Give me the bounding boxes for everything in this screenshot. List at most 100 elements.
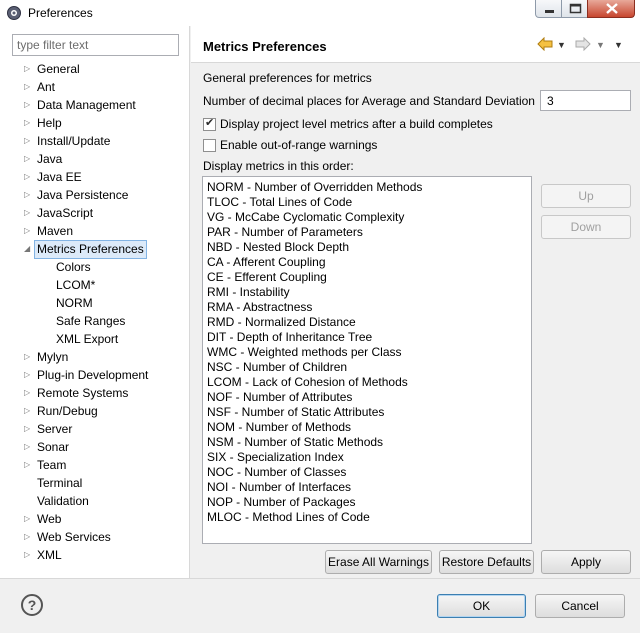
out-of-range-warnings-checkbox[interactable] [203, 139, 216, 152]
tree-item[interactable]: ▷ General [0, 60, 190, 78]
list-item[interactable]: NBD - Nested Block Depth [207, 240, 531, 255]
list-item[interactable]: CA - Afferent Coupling [207, 255, 531, 270]
tree-expand-arrow-icon[interactable]: ▷ [24, 114, 34, 132]
ok-button[interactable]: OK [437, 594, 526, 618]
list-item[interactable]: MLOC - Method Lines of Code [207, 510, 531, 525]
tree-item[interactable]: ▷ Team [0, 456, 190, 474]
maximize-button[interactable] [561, 0, 588, 18]
tree-expand-arrow-icon[interactable]: ▷ [24, 150, 34, 168]
tree-item[interactable]: ▷ Java [0, 150, 190, 168]
tree-item[interactable]: ▷ Ant [0, 78, 190, 96]
list-item[interactable]: NORM - Number of Overridden Methods [207, 180, 531, 195]
list-item[interactable]: WMC - Weighted methods per Class [207, 345, 531, 360]
tree-item[interactable]: Terminal [0, 474, 190, 492]
tree-item[interactable]: ▷ Help [0, 114, 190, 132]
tree-expand-arrow-icon[interactable]: ▷ [24, 420, 34, 438]
tree-item[interactable]: ▷ Plug-in Development [0, 366, 190, 384]
list-item[interactable]: NOC - Number of Classes [207, 465, 531, 480]
list-item[interactable]: NOM - Number of Methods [207, 420, 531, 435]
tree-expand-arrow-icon[interactable]: ▷ [24, 348, 34, 366]
tree-item[interactable]: ▷ Data Management [0, 96, 190, 114]
out-of-range-warnings-label: Enable out-of-range warnings [220, 138, 378, 152]
list-item[interactable]: NOF - Number of Attributes [207, 390, 531, 405]
tree-item[interactable]: ▷ Remote Systems [0, 384, 190, 402]
tree-collapse-arrow-icon[interactable]: ◢ [24, 240, 34, 258]
back-arrow-icon[interactable] [537, 36, 553, 53]
cancel-button[interactable]: Cancel [535, 594, 625, 618]
list-item[interactable]: NSC - Number of Children [207, 360, 531, 375]
list-item[interactable]: NOP - Number of Packages [207, 495, 531, 510]
tree-expand-arrow-icon[interactable]: ▷ [24, 96, 34, 114]
tree-expand-arrow-icon[interactable]: ▷ [24, 366, 34, 384]
back-history-chevron-down-icon[interactable]: ▼ [557, 37, 566, 53]
minimize-button[interactable] [535, 0, 562, 18]
list-item[interactable]: SIX - Specialization Index [207, 450, 531, 465]
tree-item[interactable]: ▷ Install/Update [0, 132, 190, 150]
list-item[interactable]: DIT - Depth of Inheritance Tree [207, 330, 531, 345]
list-item[interactable]: RMI - Instability [207, 285, 531, 300]
tree-expand-arrow-icon[interactable]: ▷ [24, 60, 34, 78]
forward-history-chevron-down-icon[interactable]: ▼ [596, 37, 605, 53]
forward-arrow-icon[interactable] [575, 36, 591, 53]
tree-expand-arrow-icon[interactable]: ▷ [24, 222, 34, 240]
tree-expand-arrow-icon[interactable]: ▷ [24, 78, 34, 96]
tree-item[interactable]: LCOM* [0, 276, 190, 294]
tree-expand-arrow-icon[interactable]: ▷ [24, 186, 34, 204]
restore-defaults-button[interactable]: Restore Defaults [439, 550, 534, 574]
list-item[interactable]: TLOC - Total Lines of Code [207, 195, 531, 210]
tree-item[interactable]: XML Export [0, 330, 190, 348]
project-level-metrics-label: Display project level metrics after a bu… [220, 117, 493, 131]
list-item[interactable]: RMA - Abstractness [207, 300, 531, 315]
tree-item-label: Run/Debug [37, 404, 98, 418]
tree-item-label: LCOM* [56, 278, 96, 292]
tree-item[interactable]: ▷ Web [0, 510, 190, 528]
down-button[interactable]: Down [541, 215, 631, 239]
general-preferences-label: General preferences for metrics [203, 71, 372, 85]
list-item[interactable]: VG - McCabe Cyclomatic Complexity [207, 210, 531, 225]
tree-expand-arrow-icon[interactable]: ▷ [24, 402, 34, 420]
metrics-order-list[interactable]: NORM - Number of Overridden Methods TLOC … [202, 176, 532, 544]
list-item[interactable]: PAR - Number of Parameters [207, 225, 531, 240]
close-button[interactable] [587, 0, 635, 18]
erase-all-warnings-button[interactable]: Erase All Warnings [325, 550, 432, 574]
tree-item[interactable]: ▷ Maven [0, 222, 190, 240]
apply-button[interactable]: Apply [541, 550, 631, 574]
project-level-metrics-checkbox[interactable] [203, 116, 216, 131]
tree-expand-arrow-icon[interactable]: ▷ [24, 456, 34, 474]
tree-expand-arrow-icon[interactable]: ▷ [24, 546, 34, 564]
list-item[interactable]: NSF - Number of Static Attributes [207, 405, 531, 420]
filter-input[interactable] [12, 34, 179, 56]
tree-item[interactable]: ▷ Java EE [0, 168, 190, 186]
tree-expand-arrow-icon[interactable]: ▷ [24, 384, 34, 402]
tree-expand-arrow-icon[interactable]: ▷ [24, 132, 34, 150]
tree-item[interactable]: Validation [0, 492, 190, 510]
tree-item[interactable]: ▷ Server [0, 420, 190, 438]
tree-item[interactable]: ▷ Web Services [0, 528, 190, 546]
list-item[interactable]: NSM - Number of Static Methods [207, 435, 531, 450]
tree-item[interactable]: ▷ XML [0, 546, 190, 564]
up-button[interactable]: Up [541, 184, 631, 208]
tree-item[interactable]: ▷ Java Persistence [0, 186, 190, 204]
tree-item[interactable]: Colors [0, 258, 190, 276]
tree-expand-arrow-icon[interactable]: ▷ [24, 528, 34, 546]
tree-expand-arrow-icon[interactable]: ▷ [24, 510, 34, 528]
tree-item[interactable]: ▷ Mylyn [0, 348, 190, 366]
decimal-places-field[interactable] [540, 90, 631, 111]
tree-item[interactable]: NORM [0, 294, 190, 312]
tree-item-label: Java Persistence [37, 188, 129, 202]
tree-item[interactable]: ▷ JavaScript [0, 204, 190, 222]
tree-expand-arrow-icon[interactable]: ▷ [24, 438, 34, 456]
list-item[interactable]: NOI - Number of Interfaces [207, 480, 531, 495]
tree-item[interactable]: Safe Ranges [0, 312, 190, 330]
help-icon[interactable]: ? [21, 594, 43, 616]
tree-expand-arrow-icon[interactable]: ▷ [24, 168, 34, 186]
tree-item[interactable]: ▷ Run/Debug [0, 402, 190, 420]
tree-item-label: General [37, 62, 80, 76]
tree-item[interactable]: ◢ Metrics Preferences [0, 240, 190, 259]
list-item[interactable]: CE - Efferent Coupling [207, 270, 531, 285]
view-menu-chevron-down-icon[interactable]: ▼ [614, 37, 623, 53]
list-item[interactable]: RMD - Normalized Distance [207, 315, 531, 330]
tree-item[interactable]: ▷ Sonar [0, 438, 190, 456]
list-item[interactable]: LCOM - Lack of Cohesion of Methods [207, 375, 531, 390]
tree-expand-arrow-icon[interactable]: ▷ [24, 204, 34, 222]
